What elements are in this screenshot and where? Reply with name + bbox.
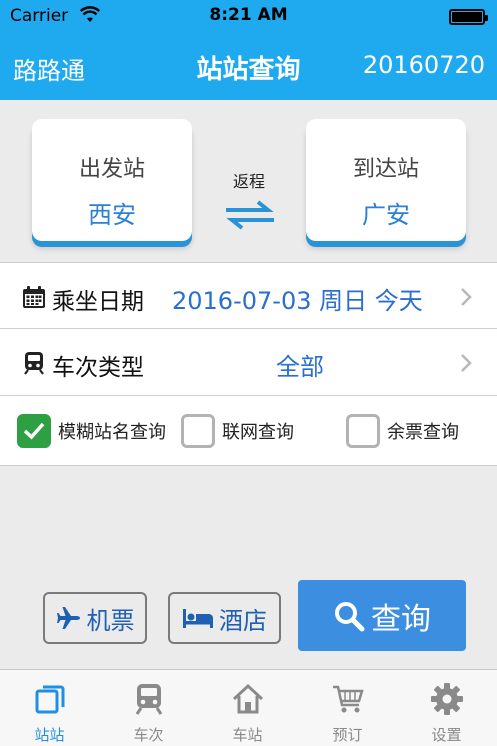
return-trip-label[interactable]: 返程 [220,168,278,192]
train-icon [135,684,162,715]
date-row[interactable]: 乘坐日期 2016-07-03 周日 今天 [0,262,497,329]
departure-station-button[interactable]: 出发站 西安 [32,119,192,241]
departure-label: 出发站 [78,157,145,182]
tab-settings-label: 设置 [431,726,462,744]
check-icon [23,422,45,440]
search-icon [335,601,365,631]
train-type-value: 全部 [276,353,324,381]
ticket-availability-checkbox[interactable]: 余票查询 [346,414,459,448]
date-label: 乘坐日期 [52,289,144,315]
tab-stations-label: 站站 [34,726,65,744]
gear-icon [430,683,463,715]
tab-settings[interactable]: 设置 [397,670,496,746]
clock: 8:21 AM [209,5,288,25]
tab-trains[interactable]: 车次 [99,670,198,746]
chevron-right-icon [461,354,472,372]
data-version[interactable]: 20160720 [363,51,485,79]
train-type-label: 车次类型 [52,355,144,381]
flight-label: 机票 [86,606,135,635]
checkbox-unchecked[interactable] [181,414,215,448]
departure-value: 西安 [88,201,136,229]
status-bar: Carrier 8:21 AM [0,0,497,33]
ticket-availability-label: 余票查询 [387,422,459,443]
bed-icon [183,609,213,628]
home-icon [232,683,263,714]
fuzzy-search-label: 模糊站名查询 [58,422,166,443]
swap-icon[interactable] [222,198,278,232]
arrival-label: 到达站 [352,157,419,182]
date-value: 2016-07-03 周日 今天 [172,287,423,315]
arrival-station-button[interactable]: 到达站 广安 [306,119,466,241]
train-icon [24,352,44,375]
hotel-button[interactable]: 酒店 [168,592,281,644]
fuzzy-search-checkbox[interactable]: 模糊站名查询 [17,414,166,448]
query-button[interactable]: 查询 [298,580,466,651]
cart-icon [332,685,364,713]
tab-station-info-label: 车站 [232,726,263,744]
tab-stations[interactable]: 站站 [0,670,99,746]
flight-button[interactable]: 机票 [43,592,147,644]
checkbox-checked[interactable] [17,414,51,448]
airplane-icon [56,607,80,629]
nav-bar: 路路通 站站查询 20160720 [0,33,497,100]
chevron-right-icon [461,288,472,306]
query-options: 模糊站名查询 联网查询 余票查询 [0,396,497,466]
online-query-label: 联网查询 [222,422,294,443]
tab-booking[interactable]: 预订 [298,670,397,746]
hotel-label: 酒店 [219,606,267,635]
calendar-icon [23,286,45,308]
battery-icon [449,9,488,25]
tab-trains-label: 车次 [133,726,164,744]
online-query-checkbox[interactable]: 联网查询 [181,414,294,448]
tab-booking-label: 预订 [332,726,363,744]
train-type-row[interactable]: 车次类型 全部 [0,329,497,396]
query-label: 查询 [371,601,431,637]
checkbox-unchecked[interactable] [346,414,380,448]
station-selector: 出发站 西安 返程 到达站 广安 [0,100,497,262]
arrival-value: 广安 [362,201,410,229]
tab-bar: 站站 车次 车站 预订 设置 [0,669,497,746]
stations-icon [35,685,64,714]
tab-station-info[interactable]: 车站 [198,670,297,746]
